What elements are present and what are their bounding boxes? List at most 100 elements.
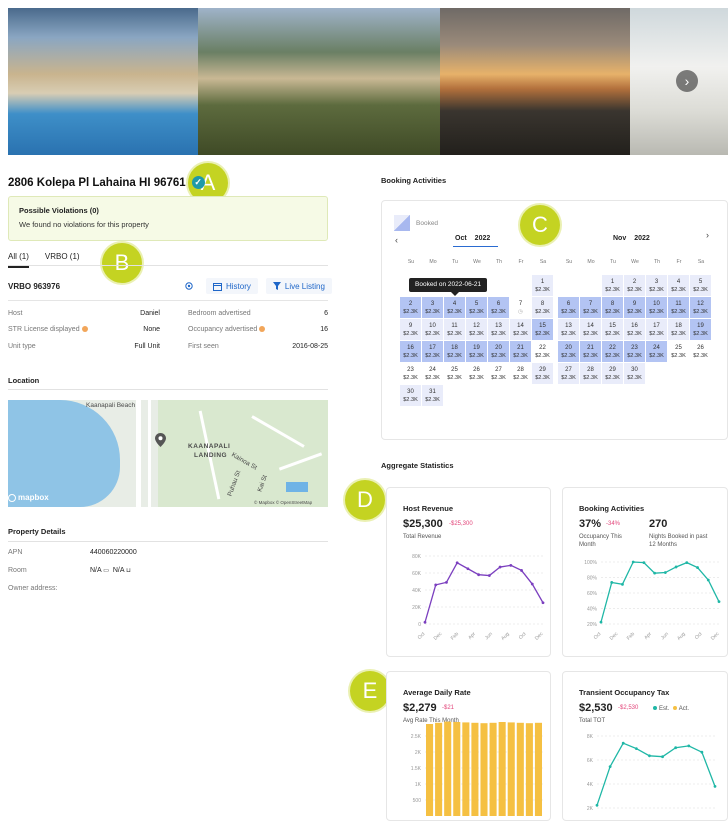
- calendar-day[interactable]: 14 $2.3K: [580, 319, 601, 340]
- calendar-day[interactable]: 20 $2.3K: [488, 341, 509, 362]
- calendar-day[interactable]: 15 $2.3K: [532, 319, 553, 340]
- calendar-day[interactable]: 26 $2.3K: [690, 341, 711, 362]
- calendar-day[interactable]: 15 $2.3K: [602, 319, 623, 340]
- tot-chart: 8K 6K 4K 2K: [587, 734, 717, 812]
- data-point: [700, 750, 704, 754]
- calendar-day[interactable]: 19 $2.3K: [690, 319, 711, 340]
- y-tick-label: 60%: [587, 591, 598, 597]
- calendar-day[interactable]: 6 $2.3K: [488, 297, 509, 318]
- calendar-day[interactable]: 5 $2.3K: [690, 275, 711, 296]
- data-point: [674, 565, 678, 569]
- series-line: [596, 742, 716, 806]
- apn-row: APN 440060220000: [8, 549, 137, 556]
- bar: [435, 722, 443, 816]
- calendar-day[interactable]: 29 $2.3K: [602, 363, 623, 384]
- calendar-day[interactable]: 17 $2.3K: [646, 319, 667, 340]
- calendar-day[interactable]: 17 $2.3K: [422, 341, 443, 362]
- calendar-day[interactable]: 22 $2.3K: [532, 341, 553, 362]
- calendar-day[interactable]: 10 $2.3K: [646, 297, 667, 318]
- calendar-day[interactable]: 23 $2.3K: [624, 341, 645, 362]
- calendar-day[interactable]: 18 $2.3K: [668, 319, 689, 340]
- room-row: Room N/A ▭ N/A ⊔: [8, 567, 131, 574]
- history-button[interactable]: History: [206, 278, 258, 294]
- calendar-day[interactable]: 4 $2.3K: [668, 275, 689, 296]
- gallery-photo[interactable]: [8, 8, 198, 155]
- owner-row: Owner address:: [8, 585, 90, 592]
- calendar-day[interactable]: 25 $2.3K: [444, 363, 465, 384]
- calendar-prev-icon[interactable]: ‹: [395, 235, 398, 245]
- calendar-day[interactable]: 30 $2.3K: [400, 385, 421, 406]
- gallery-photo[interactable]: [198, 8, 440, 155]
- calendar-day[interactable]: 28 $2.3K: [510, 363, 531, 384]
- calendar-day[interactable]: 24 $2.3K: [646, 341, 667, 362]
- calendar-next-icon[interactable]: ›: [706, 230, 709, 240]
- calendar-day[interactable]: 31 $2.3K: [422, 385, 443, 406]
- calendar-day[interactable]: 21 $2.3K: [510, 341, 531, 362]
- calendar-day[interactable]: 7 $2.3K: [580, 297, 601, 318]
- x-tick-label: Apr: [467, 631, 477, 641]
- calendar-day[interactable]: 1 $2.3K: [602, 275, 623, 296]
- photo-gallery[interactable]: ›: [8, 8, 728, 155]
- data-point: [706, 578, 710, 582]
- calendar-day[interactable]: 9 $2.3K: [400, 319, 421, 340]
- live-listing-button[interactable]: Live Listing: [265, 278, 332, 294]
- calendar-day[interactable]: 1 $2.3K: [532, 275, 553, 296]
- property-address: 2806 Kolepa Pl Lahaina HI 96761 ✓: [8, 176, 205, 189]
- y-tick-label: 40K: [412, 588, 422, 594]
- weekday-label: We: [631, 259, 639, 265]
- calendar-day[interactable]: 27 $2.3K: [488, 363, 509, 384]
- calendar-day[interactable]: 2 $2.3K: [400, 297, 421, 318]
- calendar-day[interactable]: 11 $2.3K: [668, 297, 689, 318]
- calendar-day[interactable]: 12 $2.3K: [466, 319, 487, 340]
- calendar-day[interactable]: 8 $2.3K: [532, 297, 553, 318]
- owner-key: Owner address:: [8, 585, 58, 592]
- calendar-day[interactable]: 8 $2.3K: [602, 297, 623, 318]
- calendar-day[interactable]: 22 $2.3K: [602, 341, 623, 362]
- unit-type-value: Full Unit: [134, 343, 160, 350]
- calendar-day[interactable]: 3 $2.3K: [646, 275, 667, 296]
- calendar-day[interactable]: 27 $2.3K: [558, 363, 579, 384]
- calendar-day[interactable]: 2 $2.3K: [624, 275, 645, 296]
- calendar-day[interactable]: 23 $2.3K: [400, 363, 421, 384]
- calendar-day[interactable]: 13 $2.3K: [558, 319, 579, 340]
- calendar-day[interactable]: 9 $2.3K: [624, 297, 645, 318]
- bed-icon: ▭: [103, 568, 109, 574]
- location-map[interactable]: Kaanapali Beach KAANAPALI LANDING Kainoa…: [8, 400, 328, 507]
- gallery-next-icon[interactable]: ›: [676, 70, 698, 92]
- bath-icon: ⊔: [126, 568, 131, 574]
- calendar-day[interactable]: 21 $2.3K: [580, 341, 601, 362]
- calendar-day[interactable]: 10 $2.3K: [422, 319, 443, 340]
- calendar-day[interactable]: 16 $2.3K: [624, 319, 645, 340]
- x-tick-label: Oct: [694, 631, 704, 641]
- calendar-day[interactable]: 26 $2.3K: [466, 363, 487, 384]
- calendar-day[interactable]: 24 $2.3K: [422, 363, 443, 384]
- address-text: 2806 Kolepa Pl Lahaina HI 96761: [8, 176, 186, 189]
- calendar-day[interactable]: 14 $2.3K: [510, 319, 531, 340]
- booking-activities-card: Booking Activities 37% -34% Occupancy Th…: [562, 487, 728, 657]
- bedroom-key: Bedroom advertised: [188, 310, 251, 317]
- calendar-day[interactable]: 11 $2.3K: [444, 319, 465, 340]
- calendar-day[interactable]: 6 $2.3K: [558, 297, 579, 318]
- settings-gear-icon[interactable]: [180, 278, 198, 294]
- calendar-day[interactable]: 25 $2.3K: [668, 341, 689, 362]
- calendar-day[interactable]: 13 $2.3K: [488, 319, 509, 340]
- calendar-day[interactable]: 19 $2.3K: [466, 341, 487, 362]
- weekday-label: We: [473, 259, 481, 265]
- calendar-day[interactable]: 3 $2.3K: [422, 297, 443, 318]
- data-point: [661, 755, 664, 759]
- gallery-photo[interactable]: [440, 8, 630, 155]
- calendar-day[interactable]: 20 $2.3K: [558, 341, 579, 362]
- calendar-day[interactable]: 18 $2.3K: [444, 341, 465, 362]
- calendar-day[interactable]: 16 $2.3K: [400, 341, 421, 362]
- calendar-day[interactable]: 30 $2.3K: [624, 363, 645, 384]
- calendar-day[interactable]: 29 $2.3K: [532, 363, 553, 384]
- calendar-day[interactable]: 12 $2.3K: [690, 297, 711, 318]
- calendar-day[interactable]: 5 $2.3K: [466, 297, 487, 318]
- calendar-day[interactable]: 4 $2.3K: [444, 297, 465, 318]
- bar: [480, 723, 488, 816]
- calendar-day[interactable]: 7 ◷: [510, 297, 531, 318]
- room-key: Room: [8, 567, 27, 574]
- y-tick-label: 2K: [587, 806, 594, 812]
- x-tick-label: Oct: [417, 631, 427, 641]
- calendar-day[interactable]: 28 $2.3K: [580, 363, 601, 384]
